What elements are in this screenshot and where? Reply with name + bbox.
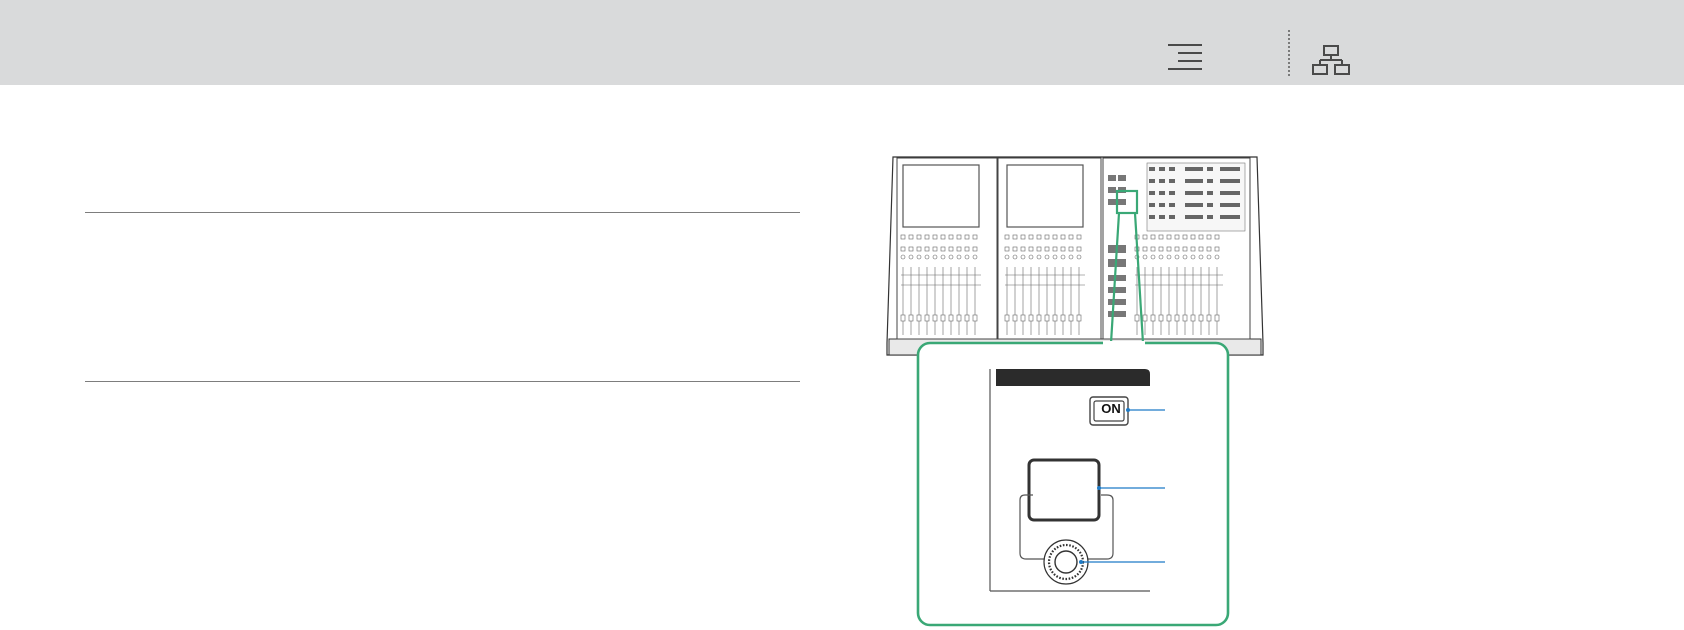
top-toolbar	[0, 0, 1684, 85]
section-divider-2	[85, 381, 800, 382]
delay-panel-title: DELAY	[1006, 404, 1040, 415]
sitemap-icon[interactable]	[1312, 45, 1350, 75]
toolbar-divider	[1288, 30, 1290, 76]
section-divider-1	[85, 212, 800, 213]
on-button[interactable]: ON	[1096, 400, 1126, 418]
console-illustration	[886, 156, 1264, 627]
table-of-contents-icon[interactable]	[1168, 44, 1202, 72]
